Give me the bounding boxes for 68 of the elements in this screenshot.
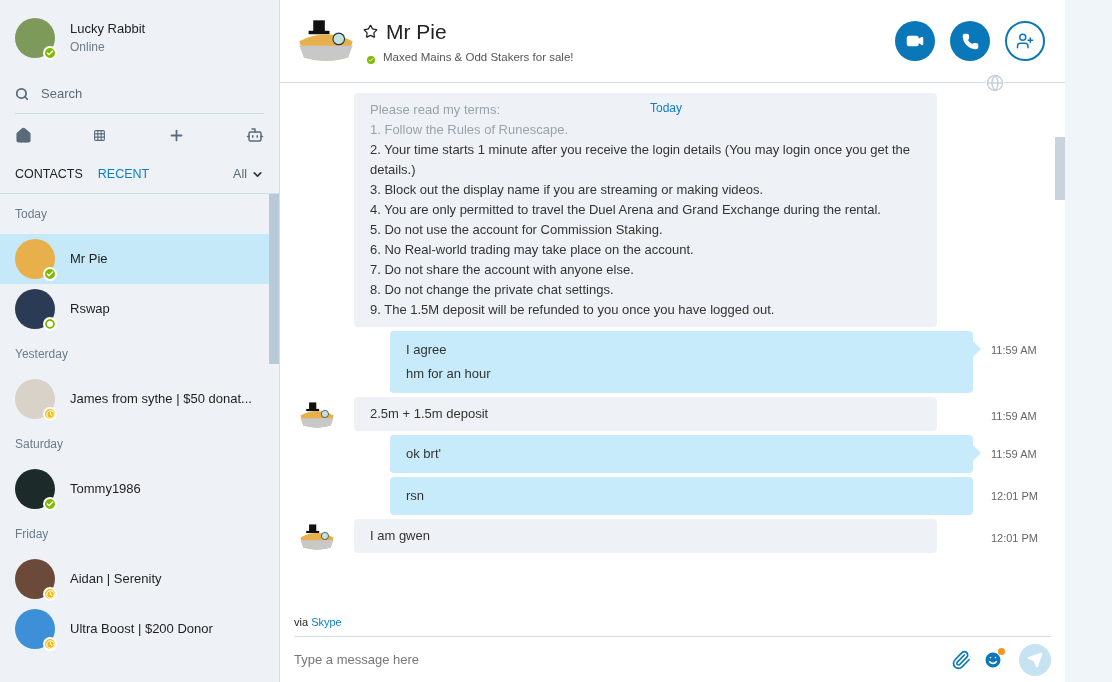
send-icon [1027, 651, 1043, 668]
pie-avatar-drawing [299, 523, 335, 552]
pie-avatar-drawing [299, 401, 335, 430]
message-line: I am gwen [370, 527, 430, 545]
message-line: rsn [406, 487, 425, 505]
profile-status: Online [70, 39, 106, 56]
message-line: 8. Do not change the private chat settings. [370, 281, 614, 299]
contact-item[interactable]: Aidan | Serenity [0, 554, 270, 604]
dialpad-icon[interactable] [93, 128, 107, 142]
contact-item[interactable]: Mr Pie [0, 234, 270, 284]
message-time: 11:59 AM [991, 343, 1037, 358]
filter-dropdown[interactable]: All [233, 165, 264, 184]
message-time: 12:01 PM [990, 531, 1038, 546]
message-line: 1. Follow the Rules of Runescape. [370, 121, 568, 139]
search-field[interactable]: Search [41, 83, 233, 104]
home-icon[interactable] [15, 126, 32, 144]
contact-name: Tommy1986 [70, 480, 141, 499]
contact-name: Ultra Boost | $200 Donor [70, 620, 213, 639]
search-icon [15, 86, 29, 101]
list-tab[interactable]: CONTACTS [15, 165, 83, 184]
message-line: 4. You are only permitted to travel the Duel Arena and Grand Exchange during the rental. [370, 201, 881, 219]
globe-icon [986, 74, 1004, 92]
message-line: 2.5m + 1.5m deposit [370, 405, 489, 423]
message-time: 11:59 AM [991, 409, 1037, 424]
scrollbar-thumb[interactable] [1055, 137, 1065, 200]
message-line: 2. Your time starts 1 minute after you receive the login details (You may login once you get the details.) [370, 141, 912, 179]
mood-message: Maxed Mains & Odd Stakers for sale! [383, 50, 574, 66]
message-line: hm for an hour [406, 365, 491, 383]
video-call-button[interactable] [895, 21, 935, 61]
message-time: 11:59 AM [991, 447, 1037, 462]
paperclip-icon[interactable] [951, 649, 971, 670]
message-line: 6. No Real-world trading may take place on the account. [370, 241, 694, 259]
message-line: 7. Do not share the account with anyone else. [370, 261, 634, 279]
contact-name: Aidan | Serenity [70, 570, 162, 589]
add-person-icon [1016, 32, 1034, 50]
favorite-star-icon[interactable] [363, 23, 378, 39]
section-heading: Saturday [15, 436, 64, 453]
contact-item[interactable]: James from sythe | $50 donat... [0, 374, 270, 424]
contact-name: Mr Pie [70, 250, 108, 269]
section-heading: Yesterday [15, 346, 68, 363]
message-input-field[interactable]: Type a message here [294, 649, 951, 670]
contact-item[interactable]: Tommy1986 [0, 464, 270, 514]
via-label: via [294, 615, 310, 628]
contact-item[interactable]: Ultra Boost | $200 Donor [0, 604, 270, 654]
day-separator: Today [650, 100, 683, 117]
emoji-button[interactable] [983, 649, 1003, 670]
message-line: Please read my terms: [370, 101, 501, 119]
contact-item[interactable]: Rswap [0, 284, 270, 334]
scrollbar-thumb[interactable] [269, 194, 279, 364]
profile-photo-placeholder [15, 18, 55, 58]
message-line: 5. Do not use the account for Commission Staking. [370, 221, 663, 239]
message-line: ok brt' [406, 445, 441, 463]
profile-name: Lucky Rabbit [70, 20, 146, 38]
add-people-button[interactable] [1005, 21, 1045, 61]
service-link[interactable]: Skype [311, 615, 342, 628]
contact-name: Rswap [70, 300, 110, 319]
list-tab[interactable]: RECENT [97, 165, 150, 184]
phone-icon [961, 32, 979, 50]
call-button[interactable] [950, 21, 990, 61]
message-time: 12:01 PM [990, 489, 1038, 504]
chat-title: Mr Pie [386, 18, 447, 45]
message-line: I agree [406, 341, 447, 359]
message-line: 9. The 1.5M deposit will be refunded to you once you have logged out. [370, 301, 775, 319]
contact-name: James from sythe | $50 donat... [70, 390, 252, 409]
bot-icon[interactable] [246, 126, 264, 144]
section-heading: Friday [15, 526, 49, 543]
section-heading: Today [15, 206, 48, 223]
message-line: 3. Block out the display name if you are streaming or making videos. [370, 181, 764, 199]
